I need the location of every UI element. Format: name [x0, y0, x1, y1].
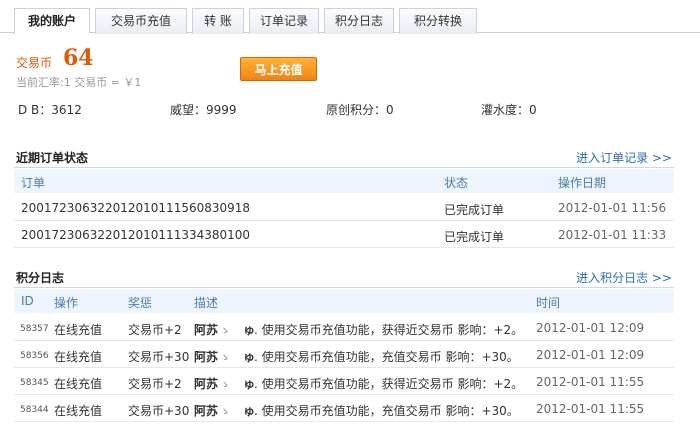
col-order: 订单 [21, 176, 46, 190]
section-divider [14, 287, 674, 288]
log-action: 在线充值 [54, 404, 103, 418]
log-time: 2012-01-01 12:09 [536, 348, 645, 362]
log-id: 58357 [20, 324, 49, 334]
log-action: 在线充值 [54, 377, 103, 391]
stat-original-points: 原创积分：0 [326, 103, 394, 117]
order-status: 已完成订单 [444, 203, 505, 217]
points-log-link[interactable]: 进入积分日志 >> [576, 269, 672, 286]
table-row: 58344 在线充值 交易币+30 阿苏 ゝ ゅ . 使用交易币充值功能，充值交… [14, 396, 674, 422]
tab-orders[interactable]: 订单记录 [249, 8, 319, 34]
table-row: 58345 在线充值 交易币+2 阿苏 ゝ ゅ . 使用交易币充值功能，获得近交… [14, 369, 674, 395]
order-status: 已完成订单 [444, 230, 505, 244]
points-log-section-title: 积分日志 [16, 271, 65, 285]
log-reward: 交易币+30 [128, 404, 190, 418]
order-date: 2012-01-01 11:33 [558, 228, 667, 242]
log-reward: 交易币+30 [128, 350, 190, 364]
log-desc: . 使用交易币充值功能，充值交易币 影响：+30。 [254, 350, 519, 364]
col-desc: 描述 [194, 296, 219, 310]
orders-link[interactable]: 进入订单记录 >> [576, 149, 672, 166]
tab-points-log[interactable]: 积分日志 [324, 8, 394, 34]
section-divider [14, 167, 674, 168]
table-row: 20017230632201201011156083091​8 已完成订单 20… [14, 195, 674, 221]
col-status: 状态 [444, 176, 469, 190]
log-user-suffix: ゝ [220, 326, 230, 337]
log-user[interactable]: 阿苏 [194, 348, 218, 365]
log-action: 在线充值 [54, 350, 103, 364]
log-user[interactable]: 阿苏 [194, 321, 218, 338]
table-row: 20017230632201201011133438010​0 已完成订单 20… [14, 222, 674, 248]
log-time: 2012-01-01 11:55 [536, 375, 645, 389]
log-desc: . 使用交易币充值功能，充值交易币 影响：+30。 [254, 404, 519, 418]
col-action: 操作 [54, 296, 79, 310]
points-table-header: ID 操作 奖惩 描述 时间 [14, 289, 674, 313]
balance-label: 交易币 [16, 56, 53, 70]
exchange-rate: 当前汇率:1 交易币 = ￥1 [16, 76, 142, 89]
orders-section-title: 近期订单状态 [16, 151, 89, 165]
log-reward: 交易币+2 [128, 377, 182, 391]
col-date: 操作日期 [558, 176, 607, 190]
orders-table-header: 订单 状态 操作日期 [14, 169, 674, 193]
log-user-suffix: ゝ [220, 380, 230, 391]
tab-points-convert[interactable]: 积分转换 [399, 8, 477, 34]
table-row: 58356 在线充值 交易币+30 阿苏 ゝ ゅ . 使用交易币充值功能，充值交… [14, 342, 674, 368]
log-time: 2012-01-01 11:55 [536, 402, 645, 416]
col-time: 时间 [536, 296, 561, 310]
order-number[interactable]: 20017230632201201011156083091​8 [21, 201, 250, 215]
col-id: ID [21, 294, 34, 308]
order-date: 2012-01-01 11:56 [558, 201, 667, 215]
tab-bar: 我的账户 交易币充值 转 账 订单记录 积分日志 积分转换 [0, 0, 700, 34]
log-action: 在线充值 [54, 323, 103, 337]
stat-db: D B：3612 [18, 103, 82, 117]
recharge-button[interactable]: 马上充值 [240, 57, 317, 81]
stat-prestige: 威望：9999 [170, 103, 237, 117]
col-reward: 奖惩 [128, 296, 153, 310]
log-id: 58356 [20, 351, 49, 361]
log-id: 58344 [20, 405, 49, 415]
order-number[interactable]: 20017230632201201011133438010​0 [21, 228, 250, 242]
log-user[interactable]: 阿苏 [194, 375, 218, 392]
log-desc: . 使用交易币充值功能，获得近交易币 影响：+2。 [254, 377, 524, 391]
log-desc: . 使用交易币充值功能，获得近交易币 影响：+2。 [254, 323, 524, 337]
tab-my-account[interactable]: 我的账户 [14, 8, 90, 34]
tab-recharge[interactable]: 交易币充值 [95, 8, 187, 34]
log-user[interactable]: 阿苏 [194, 402, 218, 419]
log-id: 58345 [20, 378, 49, 388]
log-user-suffix: ゝ [220, 353, 230, 364]
log-reward: 交易币+2 [128, 323, 182, 337]
log-time: 2012-01-01 12:09 [536, 321, 645, 335]
balance-value: 64 [63, 45, 94, 71]
tab-transfer[interactable]: 转 账 [192, 8, 244, 34]
log-user-suffix: ゝ [220, 407, 230, 418]
stat-water-level: 灌水度：0 [481, 103, 537, 117]
table-row: 58357 在线充值 交易币+2 阿苏 ゝ ゅ . 使用交易币充值功能，获得近交… [14, 315, 674, 341]
